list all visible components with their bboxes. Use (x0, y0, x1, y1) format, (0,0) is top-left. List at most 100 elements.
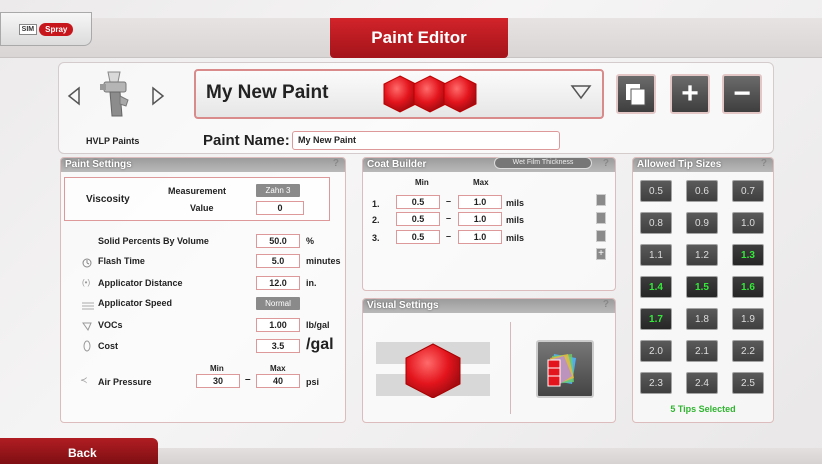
visual-settings-header: Visual Settings ? (363, 299, 615, 313)
range-dash: – (446, 213, 452, 223)
tip-size-button[interactable]: 2.2 (732, 340, 764, 362)
coat-min-input[interactable]: 0.5 (396, 230, 440, 244)
tip-size-button[interactable]: 0.9 (686, 212, 718, 234)
coat-unit: mils (506, 198, 525, 208)
wet-film-thickness-toggle[interactable]: Wet Film Thickness (494, 157, 592, 169)
coat-max-input[interactable]: 1.0 (458, 230, 502, 244)
tip-size-button[interactable]: 0.7 (732, 180, 764, 202)
help-icon[interactable]: ? (603, 158, 609, 169)
copy-paint-button[interactable] (616, 74, 656, 114)
paint-name-input[interactable]: My New Paint (292, 131, 560, 150)
help-icon[interactable]: ? (333, 158, 339, 169)
cost-unit: /gal (306, 336, 334, 353)
delete-coat-button[interactable] (596, 194, 606, 206)
copy-icon (626, 84, 646, 106)
tip-size-button[interactable]: 0.8 (640, 212, 672, 234)
coat-min-label: Min (415, 178, 429, 187)
coat-min-input[interactable]: 0.5 (396, 212, 440, 226)
divider (510, 322, 511, 414)
tip-size-button[interactable]: 0.5 (640, 180, 672, 202)
remove-paint-button[interactable]: − (722, 74, 762, 114)
tip-size-button[interactable]: 2.1 (686, 340, 718, 362)
air-pressure-label: Air Pressure (98, 377, 152, 387)
tip-sizes-grid: 0.5 0.6 0.7 0.8 0.9 1.0 1.1 1.2 1.3 1.4 1.5 1.6 1.7 1… (640, 180, 772, 402)
air-pressure-min-input[interactable]: 30 (196, 374, 240, 388)
measurement-select[interactable]: Zahn 3 (256, 184, 300, 197)
coat-max-label: Max (473, 178, 489, 187)
tip-size-button[interactable]: 1.7 (640, 308, 672, 330)
tip-size-button[interactable]: 2.5 (732, 372, 764, 394)
coat-min-input[interactable]: 0.5 (396, 195, 440, 209)
tip-size-button[interactable]: 0.6 (686, 180, 718, 202)
tip-size-button[interactable]: 1.3 (732, 244, 764, 266)
gun-type-label: HVLP Paints (86, 136, 140, 146)
solids-label: Solid Percents By Volume (98, 236, 209, 246)
coat-unit: mils (506, 233, 525, 243)
tip-size-button[interactable]: 1.4 (640, 276, 672, 298)
help-icon[interactable]: ? (761, 158, 767, 169)
vocs-label: VOCs (98, 320, 123, 330)
tip-size-button[interactable]: 2.3 (640, 372, 672, 394)
plus-icon: + (681, 77, 699, 110)
flash-time-input[interactable]: 5.0 (256, 254, 300, 268)
color-picker-button[interactable] (536, 340, 594, 398)
flash-time-unit: minutes (306, 256, 341, 266)
air-pressure-min-label: Min (210, 364, 224, 373)
dropdown-chevron-icon[interactable] (570, 84, 592, 105)
viscosity-label: Viscosity (86, 194, 130, 205)
logo-spray-text: Spray (39, 22, 74, 36)
solids-input[interactable]: 50.0 (256, 234, 300, 248)
add-coat-button[interactable]: + (596, 248, 606, 260)
applicator-speed-select[interactable]: Normal (256, 297, 300, 310)
tip-size-button[interactable]: 1.0 (732, 212, 764, 234)
tip-size-button[interactable]: 1.9 (732, 308, 764, 330)
range-dash: – (245, 374, 251, 385)
clock-icon (82, 255, 92, 273)
delete-coat-button[interactable] (596, 230, 606, 242)
coat-max-input[interactable]: 1.0 (458, 195, 502, 209)
visual-settings-title: Visual Settings (367, 300, 439, 311)
measurement-label: Measurement (168, 186, 227, 196)
tip-size-button[interactable]: 1.6 (732, 276, 764, 298)
tip-size-button[interactable]: 1.2 (686, 244, 718, 266)
coat-unit: mils (506, 215, 525, 225)
tip-size-button[interactable]: 1.1 (640, 244, 672, 266)
previous-gun-button[interactable] (64, 83, 84, 109)
next-gun-button[interactable] (148, 83, 168, 109)
coat-number: 3. (372, 233, 380, 243)
plus-icon: + (598, 248, 604, 259)
paint-settings-title: Paint Settings (65, 159, 132, 170)
help-icon[interactable]: ? (603, 299, 609, 310)
cost-label: Cost (98, 341, 118, 351)
cost-input[interactable]: 3.5 (256, 339, 300, 353)
applicator-distance-unit: in. (306, 278, 317, 288)
app-logo: SIM Spray (0, 12, 92, 46)
tip-size-button[interactable]: 2.4 (686, 372, 718, 394)
add-paint-button[interactable]: + (670, 74, 710, 114)
coat-number: 2. (372, 215, 380, 225)
distance-icon: (•) (82, 278, 91, 287)
vocs-input[interactable]: 1.00 (256, 318, 300, 332)
vocs-unit: lb/gal (306, 320, 330, 330)
viscosity-value-input[interactable]: 0 (256, 201, 304, 215)
applicator-speed-label: Applicator Speed (98, 298, 173, 308)
chevron-left-icon (67, 86, 80, 106)
tip-size-button[interactable]: 1.5 (686, 276, 718, 298)
tip-size-button[interactable]: 1.8 (686, 308, 718, 330)
tip-size-button[interactable]: 2.0 (640, 340, 672, 362)
tips-selected-summary: 5 Tips Selected (670, 404, 736, 414)
range-dash: – (446, 231, 452, 241)
selected-paint-name: My New Paint (206, 82, 329, 103)
spray-gun-icon (100, 71, 129, 117)
solids-unit: % (306, 236, 315, 246)
paint-preview (376, 342, 490, 399)
applicator-distance-input[interactable]: 12.0 (256, 276, 300, 290)
voc-icon (82, 318, 92, 336)
color-palette-icon (547, 354, 576, 387)
delete-coat-button[interactable] (596, 212, 606, 224)
coat-max-input[interactable]: 1.0 (458, 212, 502, 226)
flash-time-label: Flash Time (98, 256, 145, 266)
paint-settings-header: Paint Settings ? (61, 158, 345, 172)
back-button[interactable]: Back (0, 438, 158, 464)
air-pressure-max-input[interactable]: 40 (256, 374, 300, 388)
